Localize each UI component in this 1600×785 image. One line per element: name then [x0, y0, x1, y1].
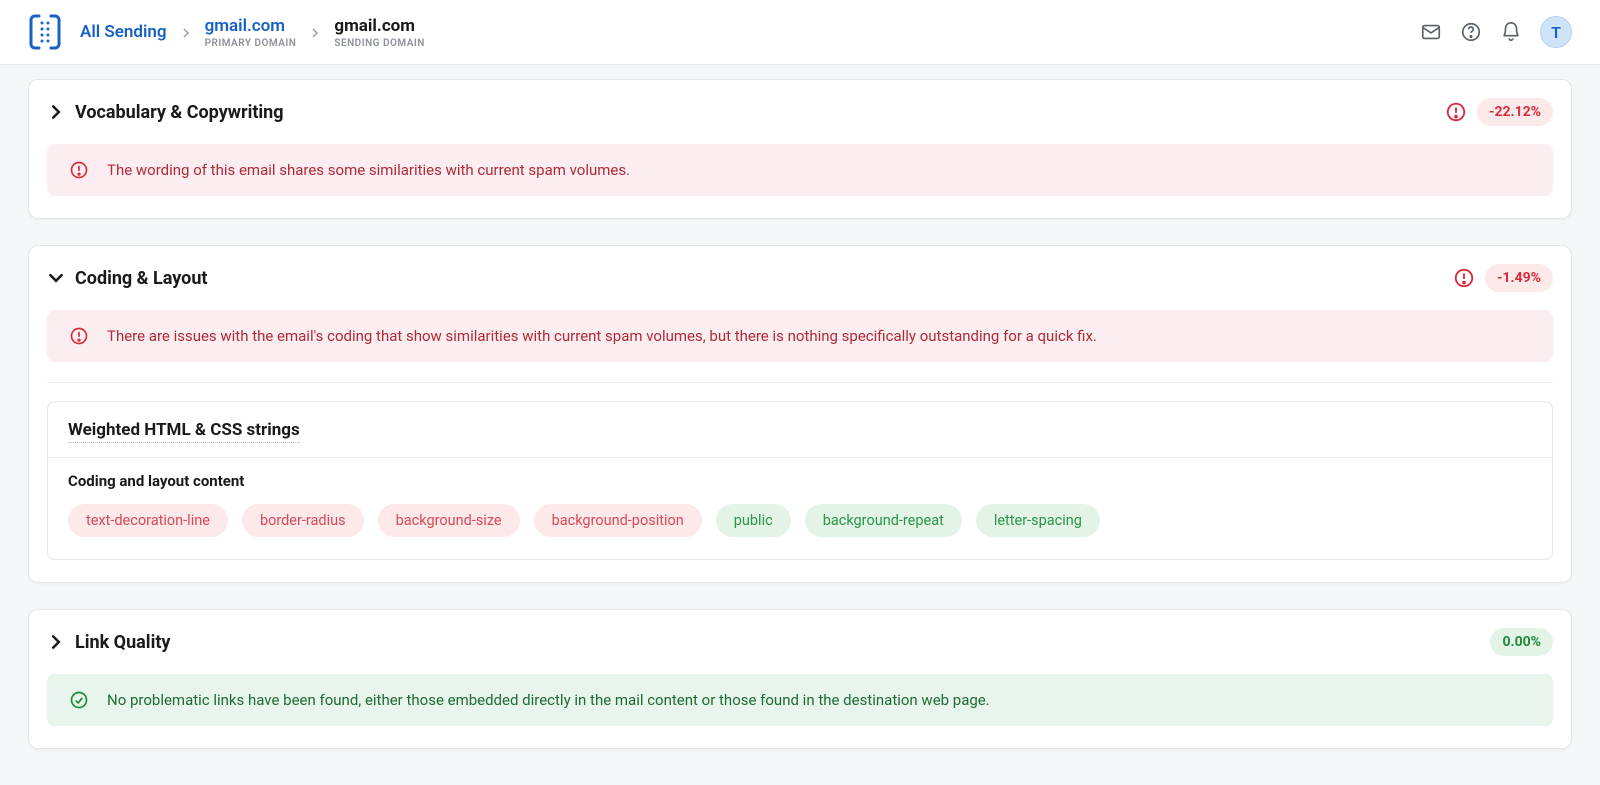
divider	[48, 457, 1552, 458]
chevron-down-icon	[47, 269, 65, 287]
header-right: T	[1420, 16, 1572, 48]
chips-list: text-decoration-line border-radius backgro…	[68, 504, 1532, 537]
subpanel-title: Weighted HTML & CSS strings	[68, 420, 300, 443]
section-vocabulary: Vocabulary & Copywriting -22.12% The wor…	[28, 79, 1572, 219]
alert-circle-icon	[69, 326, 89, 346]
section-toggle[interactable]: Coding & Layout	[47, 268, 208, 289]
banner-text: The wording of this email shares some si…	[107, 161, 630, 179]
section-header: Vocabulary & Copywriting -22.12%	[47, 98, 1553, 126]
avatar[interactable]: T	[1540, 16, 1572, 48]
breadcrumb-primary-domain[interactable]: gmail.com PRIMARY DOMAIN	[205, 16, 297, 49]
breadcrumb-sending-sub: SENDING DOMAIN	[334, 38, 424, 49]
app-logo-icon[interactable]	[28, 12, 62, 52]
section-header: Coding & Layout -1.49%	[47, 264, 1553, 292]
banner-text: There are issues with the email's coding…	[107, 327, 1097, 345]
breadcrumb-primary-label: gmail.com	[205, 16, 297, 36]
section-toggle[interactable]: Link Quality	[47, 632, 170, 653]
check-circle-icon	[69, 690, 89, 710]
breadcrumb: All Sending gmail.com PRIMARY DOMAIN gma…	[80, 16, 425, 49]
chevron-right-icon	[310, 23, 320, 42]
section-banner: There are issues with the email's coding…	[47, 310, 1553, 362]
section-header: Link Quality 0.00%	[47, 628, 1553, 656]
section-score: 0.00%	[1490, 628, 1553, 656]
section-score: -1.49%	[1453, 264, 1553, 292]
breadcrumb-sending-label: gmail.com	[334, 16, 424, 36]
weighted-strings-panel: Weighted HTML & CSS strings Coding and l…	[47, 401, 1553, 560]
section-banner: No problematic links have been found, ei…	[47, 674, 1553, 726]
chip: background-repeat	[805, 504, 962, 537]
alert-circle-icon	[69, 160, 89, 180]
subpanel-label: Coding and layout content	[68, 472, 1532, 490]
breadcrumb-sending-domain: gmail.com SENDING DOMAIN	[334, 16, 424, 49]
chip: letter-spacing	[976, 504, 1100, 537]
section-title: Coding & Layout	[75, 268, 208, 289]
mail-icon[interactable]	[1420, 21, 1442, 43]
section-title: Link Quality	[75, 632, 170, 653]
header-left: All Sending gmail.com PRIMARY DOMAIN gma…	[28, 12, 425, 52]
chip: background-position	[534, 504, 702, 537]
chip: text-decoration-line	[68, 504, 228, 537]
alert-circle-icon	[1453, 267, 1475, 289]
alert-circle-icon	[1445, 101, 1467, 123]
chevron-right-icon	[47, 633, 65, 651]
bell-icon[interactable]	[1500, 21, 1522, 43]
section-link-quality: Link Quality 0.00% No problematic links …	[28, 609, 1572, 749]
help-icon[interactable]	[1460, 21, 1482, 43]
chevron-right-icon	[181, 23, 191, 42]
section-banner: The wording of this email shares some si…	[47, 144, 1553, 196]
chip: border-radius	[242, 504, 364, 537]
chip: background-size	[378, 504, 520, 537]
banner-text: No problematic links have been found, ei…	[107, 691, 990, 709]
breadcrumb-root[interactable]: All Sending	[80, 22, 167, 42]
section-title: Vocabulary & Copywriting	[75, 102, 284, 123]
chip: public	[716, 504, 791, 537]
score-badge: -22.12%	[1477, 98, 1553, 126]
section-toggle[interactable]: Vocabulary & Copywriting	[47, 102, 284, 123]
header: All Sending gmail.com PRIMARY DOMAIN gma…	[0, 0, 1600, 65]
section-score: -22.12%	[1445, 98, 1553, 126]
breadcrumb-primary-sub: PRIMARY DOMAIN	[205, 38, 297, 49]
score-badge: -1.49%	[1485, 264, 1553, 292]
divider	[47, 382, 1553, 383]
score-badge: 0.00%	[1490, 628, 1553, 656]
section-coding: Coding & Layout -1.49% There are issues …	[28, 245, 1572, 583]
content: Vocabulary & Copywriting -22.12% The wor…	[0, 65, 1600, 779]
chevron-right-icon	[47, 103, 65, 121]
